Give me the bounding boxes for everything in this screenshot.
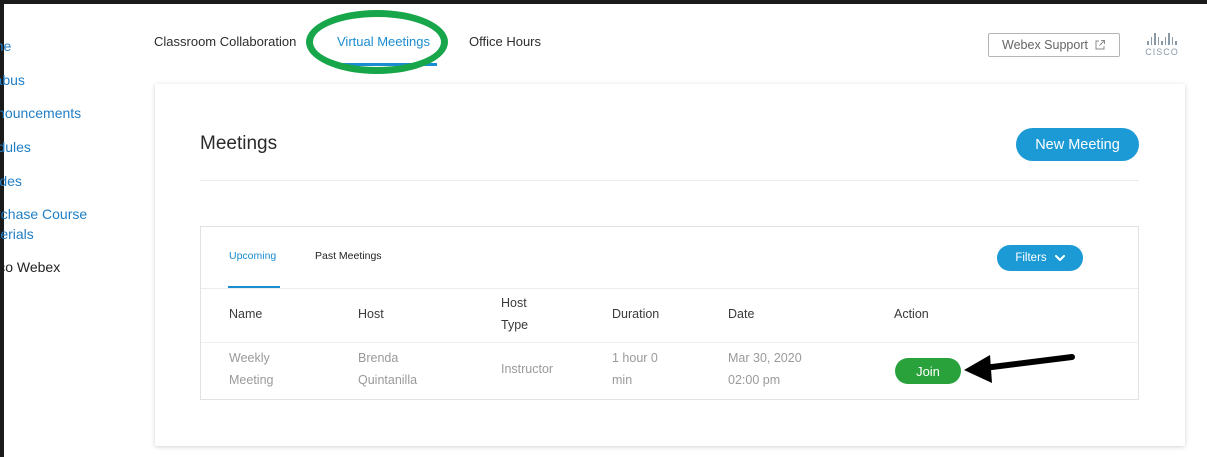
window-top-edge (0, 0, 1207, 4)
external-link-icon (1095, 40, 1105, 50)
sidebar-item-cisco-webex[interactable]: Cisco Webex (0, 258, 60, 277)
cell-date: Mar 30, 2020 (728, 351, 802, 365)
sidebar-item-purchase-course[interactable]: Purchase Course (0, 205, 87, 224)
webex-support-label: Webex Support (1002, 38, 1088, 52)
column-header-name: Name (229, 307, 263, 321)
sidebar-item-materials[interactable]: Materials (0, 225, 34, 244)
tab-past-meetings[interactable]: Past Meetings (315, 250, 382, 262)
chevron-down-icon (1054, 254, 1065, 261)
course-sidebar: Home Syllabus Announcements Modules Grad… (0, 0, 140, 457)
filters-label: Filters (1015, 252, 1047, 264)
column-header-host: Host (358, 307, 384, 321)
cell-name: Weekly (229, 351, 270, 365)
sidebar-item-home[interactable]: Home (0, 37, 11, 56)
column-header-host-type: Host (501, 296, 527, 310)
join-button[interactable]: Join (895, 358, 961, 384)
divider (201, 288, 1138, 289)
cell-host-line2: Quintanilla (358, 373, 418, 387)
arrow-annotation-icon (964, 354, 1075, 383)
sidebar-item-syllabus[interactable]: Syllabus (0, 71, 25, 90)
sidebar-item-modules[interactable]: Modules (0, 138, 31, 157)
cisco-bars-icon (1140, 33, 1184, 45)
cell-time: 02:00 pm (728, 373, 781, 387)
column-header-action: Action (894, 307, 929, 321)
page-title: Meetings (200, 133, 278, 154)
cell-name-line2: Meeting (229, 373, 274, 387)
column-header-date: Date (728, 307, 755, 321)
tab-office-hours[interactable]: Office Hours (469, 34, 541, 49)
divider (201, 342, 1138, 343)
filters-button[interactable]: Filters (997, 245, 1083, 271)
column-header-host-type-line2: Type (501, 318, 529, 332)
cell-host: Brenda (358, 351, 399, 365)
sidebar-item-grades[interactable]: Grades (0, 172, 22, 191)
new-meeting-button[interactable]: New Meeting (1016, 128, 1139, 161)
cisco-logo: CISCO (1140, 33, 1184, 61)
highlight-oval-annotation (306, 10, 448, 74)
cisco-logo-text: CISCO (1145, 47, 1179, 57)
tab-classroom-collaboration[interactable]: Classroom Collaboration (154, 34, 296, 49)
divider (200, 180, 1139, 181)
cell-host-type: Instructor (501, 362, 554, 376)
webex-support-button[interactable]: Webex Support (988, 33, 1120, 57)
sidebar-item-announcements[interactable]: Announcements (0, 104, 81, 123)
column-header-duration: Duration (612, 307, 660, 321)
tab-upcoming[interactable]: Upcoming (229, 250, 276, 262)
cell-duration-line2: min (612, 373, 633, 387)
cell-duration: 1 hour 0 (612, 351, 658, 365)
